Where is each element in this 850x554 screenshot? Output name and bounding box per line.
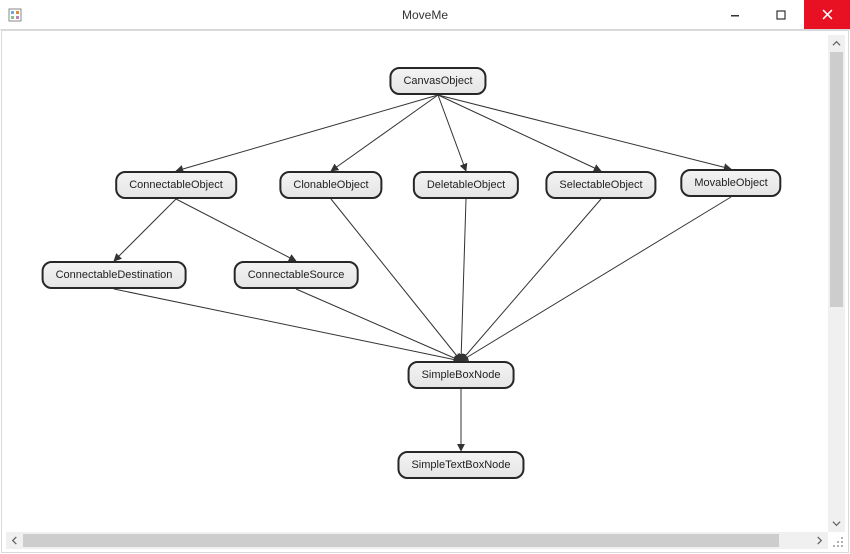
size-grip-icon (830, 534, 846, 550)
minimize-button[interactable] (712, 0, 758, 29)
scroll-down-button[interactable] (828, 515, 845, 532)
scroll-up-button[interactable] (828, 35, 845, 52)
node-movableobject[interactable]: MovableObject (680, 169, 781, 197)
close-button[interactable] (804, 0, 850, 29)
node-label: ConnectableObject (129, 179, 223, 191)
node-connectabledestination[interactable]: ConnectableDestination (42, 261, 187, 289)
window-buttons (712, 0, 850, 29)
node-label: MovableObject (694, 177, 767, 189)
node-label: DeletableObject (427, 179, 505, 191)
node-deletableobject[interactable]: DeletableObject (413, 171, 519, 199)
vertical-scroll-track[interactable] (828, 52, 845, 515)
titlebar[interactable]: MoveMe (0, 0, 850, 30)
diagram-canvas[interactable]: CanvasObject ConnectableObject ClonableO… (6, 35, 828, 532)
node-label: ConnectableDestination (56, 269, 173, 281)
node-label: ConnectableSource (248, 269, 345, 281)
chevron-up-icon (832, 39, 841, 48)
vertical-scroll-thumb[interactable] (830, 52, 843, 307)
close-icon (822, 9, 833, 20)
node-label: ClonableObject (293, 179, 368, 191)
node-connectablesource[interactable]: ConnectableSource (234, 261, 359, 289)
node-clonableobject[interactable]: ClonableObject (279, 171, 382, 199)
node-label: CanvasObject (403, 75, 472, 87)
node-simpleboxnode[interactable]: SimpleBoxNode (408, 361, 515, 389)
horizontal-scroll-track[interactable] (23, 532, 811, 549)
minimize-icon (730, 10, 740, 20)
client-area: CanvasObject ConnectableObject ClonableO… (1, 30, 849, 553)
maximize-button[interactable] (758, 0, 804, 29)
node-label: SimpleBoxNode (422, 369, 501, 381)
node-selectableobject[interactable]: SelectableObject (545, 171, 656, 199)
horizontal-scrollbar[interactable] (6, 532, 828, 549)
node-connectableobject[interactable]: ConnectableObject (115, 171, 237, 199)
scroll-right-button[interactable] (811, 532, 828, 549)
horizontal-scroll-thumb[interactable] (23, 534, 779, 547)
maximize-icon (776, 10, 786, 20)
scroll-left-button[interactable] (6, 532, 23, 549)
node-canvasobject[interactable]: CanvasObject (389, 67, 486, 95)
chevron-left-icon (10, 536, 19, 545)
node-label: SimpleTextBoxNode (411, 459, 510, 471)
vertical-scrollbar[interactable] (828, 35, 845, 532)
node-label: SelectableObject (559, 179, 642, 191)
size-grip[interactable] (830, 534, 846, 550)
chevron-right-icon (815, 536, 824, 545)
node-simpletextboxnode[interactable]: SimpleTextBoxNode (397, 451, 524, 479)
chevron-down-icon (832, 519, 841, 528)
app-icon (0, 0, 30, 29)
